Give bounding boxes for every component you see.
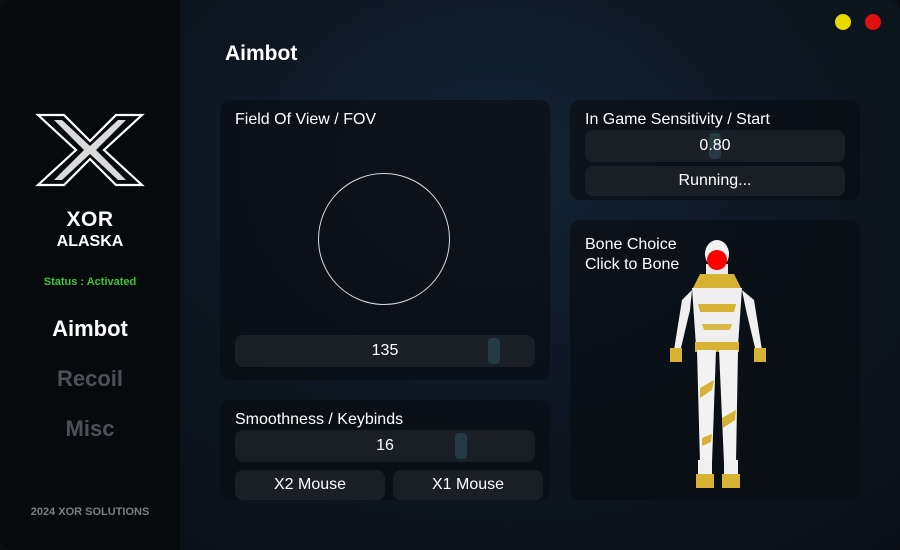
footer-copyright: 2024 XOR SOLUTIONS xyxy=(30,506,150,518)
status-text: Status : Activated xyxy=(43,276,137,288)
fov-slider[interactable]: 135 xyxy=(235,335,535,367)
character-model-image[interactable] xyxy=(664,238,774,492)
smoothness-value: 16 xyxy=(376,437,394,454)
sensitivity-value: 0.80 xyxy=(699,137,731,154)
nav-misc[interactable]: Misc xyxy=(0,416,180,442)
fov-circle-preview xyxy=(318,173,450,305)
fov-value: 135 xyxy=(371,342,399,359)
keybind-x1-mouse-button[interactable]: X1 Mouse xyxy=(393,470,543,500)
fov-title: Field Of View / FOV xyxy=(235,111,377,128)
nav-aimbot[interactable]: Aimbot xyxy=(0,316,180,342)
app-window: XOR ALASKA Status : Activated Aimbot Rec… xyxy=(0,0,900,550)
head-bone-marker[interactable] xyxy=(707,250,727,270)
brand-subtitle: ALASKA xyxy=(56,233,124,250)
sensitivity-title: In Game Sensitivity / Start xyxy=(585,111,770,128)
smoothness-title: Smoothness / Keybinds xyxy=(235,411,404,428)
page-title: Aimbot xyxy=(225,42,298,65)
sensitivity-slider[interactable]: 0.80 xyxy=(585,130,845,162)
running-status-button[interactable]: Running... xyxy=(585,166,845,196)
brand-name: XOR xyxy=(66,208,114,231)
smoothness-slider[interactable]: 16 xyxy=(235,430,535,462)
nav-recoil[interactable]: Recoil xyxy=(0,366,180,392)
keybind-x2-mouse-button[interactable]: X2 Mouse xyxy=(235,470,385,500)
minimize-button[interactable] xyxy=(835,14,851,30)
bone-title: Bone Choice xyxy=(585,236,677,253)
sidebar: XOR ALASKA Status : Activated Aimbot Rec… xyxy=(0,0,180,550)
close-button[interactable] xyxy=(865,14,881,30)
xor-logo xyxy=(35,113,145,187)
